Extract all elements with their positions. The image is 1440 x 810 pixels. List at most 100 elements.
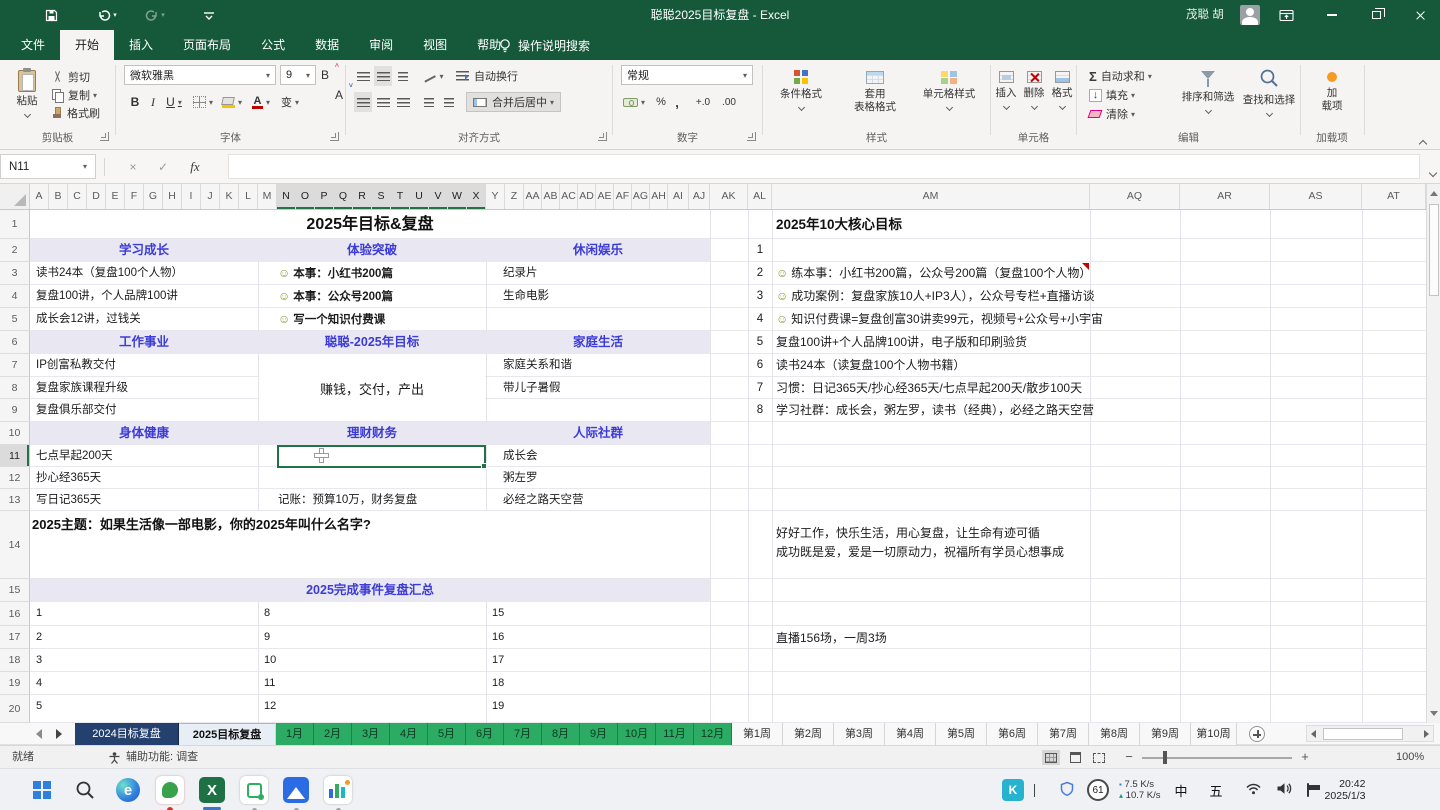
sheet-tab-2025目标复盘[interactable]: 2025目标复盘	[179, 723, 276, 745]
delete-cells-button[interactable]: 删除	[1020, 63, 1048, 127]
column-header-H[interactable]: H	[163, 184, 182, 209]
tally-cell[interactable]: 19	[492, 695, 504, 718]
column-header-B[interactable]: B	[49, 184, 68, 209]
column-header-AS[interactable]: AS	[1270, 184, 1362, 209]
goal-item-2[interactable]: ☺练本事：小红书200篇，公众号200篇（复盘100个人物）	[776, 262, 1091, 284]
column-header-AL[interactable]: AL	[748, 184, 772, 209]
sheet-tab-第5周[interactable]: 第5周	[936, 723, 987, 745]
row-header-10[interactable]: 10	[0, 422, 30, 445]
sheet-tab-3月[interactable]: 3月	[352, 723, 390, 745]
scroll-down-arrow[interactable]	[1430, 711, 1438, 716]
tell-me-search[interactable]: 操作说明搜索	[498, 30, 590, 60]
column-header-O[interactable]: O	[296, 184, 315, 209]
column-header-AB[interactable]: AB	[542, 184, 560, 209]
cell-header-social[interactable]: 人际社群	[486, 422, 710, 445]
orientation-button[interactable]	[422, 66, 446, 86]
tally-cell[interactable]: 15	[492, 602, 504, 625]
zoom-level[interactable]: 100%	[1396, 746, 1424, 768]
tally-cell[interactable]: 11	[264, 672, 275, 695]
decrease-decimal-button[interactable]: .00	[717, 92, 741, 112]
column-header-K[interactable]: K	[220, 184, 239, 209]
optimizer-ball-button[interactable]: 61	[1087, 779, 1109, 801]
column-header-A[interactable]: A	[30, 184, 49, 209]
sheet-tab-第10周[interactable]: 第10周	[1191, 723, 1237, 745]
expand-formula-bar-button[interactable]	[1430, 163, 1436, 181]
cell-theme-question[interactable]: 2025主题：如果生活像一部电影，你的2025年叫什么名字?	[32, 514, 371, 533]
goal-item-6[interactable]: 读书24本（读复盘100个人物书籍）	[776, 354, 965, 376]
tally-cell[interactable]: 16	[492, 626, 504, 649]
save-button[interactable]	[40, 5, 62, 25]
wrap-text-button[interactable]: 自动换行	[456, 67, 518, 85]
start-button[interactable]	[27, 775, 57, 805]
row-header-20[interactable]: 20	[0, 695, 30, 723]
row-header-19[interactable]: 19	[0, 672, 30, 695]
sheet-tab-第1周[interactable]: 第1周	[732, 723, 783, 745]
align-bottom-button[interactable]	[394, 66, 412, 86]
shrink-font-button[interactable]: A˅	[332, 85, 346, 105]
column-header-Z[interactable]: Z	[505, 184, 524, 209]
cancel-entry-button[interactable]: ×	[120, 154, 146, 179]
row-header-12[interactable]: 12	[0, 467, 30, 489]
row-header-5[interactable]: 5	[0, 308, 30, 331]
decrease-indent-button[interactable]	[420, 92, 438, 112]
fill-color-button[interactable]	[220, 92, 244, 112]
cell-header-finance[interactable]: 理财财务	[258, 422, 486, 445]
accessibility-status[interactable]: 辅助功能: 调查	[108, 746, 198, 768]
column-header-AI[interactable]: AI	[668, 184, 689, 209]
menu-tab-公式[interactable]: 公式	[246, 30, 300, 60]
fill-button[interactable]: ↓填充	[1089, 86, 1135, 104]
goal-item-8[interactable]: 学习社群：成长会，粥左罗，读书（经典），必经之路天空营	[776, 399, 1094, 421]
goal-number-1[interactable]: 1	[748, 239, 772, 261]
taskbar-search-button[interactable]	[70, 775, 100, 805]
header-band-row10[interactable]: 身体健康 理财财务 人际社群	[30, 422, 710, 445]
scroll-left-arrow[interactable]	[1311, 730, 1316, 738]
row-header-17[interactable]: 17	[0, 626, 30, 649]
minimize-button[interactable]	[1312, 0, 1352, 30]
column-header-L[interactable]: L	[239, 184, 258, 209]
row-header-9[interactable]: 9	[0, 399, 30, 422]
column-header-G[interactable]: G	[144, 184, 163, 209]
align-right-button[interactable]	[394, 92, 412, 112]
column-header-U[interactable]: U	[410, 184, 429, 209]
menu-tab-文件[interactable]: 文件	[6, 30, 60, 60]
paste-dropdown[interactable]	[23, 111, 30, 118]
menu-tab-页面布局[interactable]: 页面布局	[168, 30, 246, 60]
format-painter-button[interactable]: 格式刷	[52, 104, 100, 122]
grow-font-button[interactable]: B˄	[318, 65, 332, 85]
column-header-I[interactable]: I	[182, 184, 201, 209]
sheet-tab-2月[interactable]: 2月	[314, 723, 352, 745]
column-header-AD[interactable]: AD	[578, 184, 596, 209]
vertical-scrollbar[interactable]	[1426, 184, 1440, 723]
row-header-7[interactable]: 7	[0, 354, 30, 377]
ime-wubi-button[interactable]: 五	[1210, 781, 1223, 800]
tally-cell[interactable]: 17	[492, 649, 504, 672]
sheet-tab-2024目标复盘[interactable]: 2024目标复盘	[75, 723, 179, 745]
cell[interactable]: ☺本事：小红书200篇	[258, 262, 486, 285]
tally-cell[interactable]: 12	[264, 695, 276, 718]
bold-button[interactable]: B	[128, 92, 142, 112]
comma-style-button[interactable]: ,	[671, 92, 683, 112]
clipboard-dialog-launcher[interactable]	[100, 132, 109, 141]
volume-button[interactable]	[1276, 782, 1293, 798]
sheet-tab-4月[interactable]: 4月	[390, 723, 428, 745]
font-color-button[interactable]: A	[250, 92, 272, 112]
column-header-N[interactable]: N	[277, 184, 296, 209]
number-format-select[interactable]: 常规	[621, 65, 753, 85]
taskbar-chart-app-button[interactable]	[323, 775, 353, 805]
sheet-tab-第6周[interactable]: 第6周	[987, 723, 1038, 745]
sheet-tab-第7周[interactable]: 第7周	[1038, 723, 1089, 745]
cell[interactable]: ☺本事：公众号200篇	[258, 285, 486, 308]
row-header-14[interactable]: 14	[0, 511, 30, 579]
tally-cell[interactable]: 8	[264, 602, 270, 625]
align-left-button[interactable]	[354, 92, 372, 112]
row-header-1[interactable]: 1	[0, 210, 30, 239]
goal-number-8[interactable]: 8	[748, 399, 772, 421]
paste-button[interactable]: 粘贴	[8, 63, 46, 127]
column-header-AR[interactable]: AR	[1180, 184, 1270, 209]
close-button[interactable]	[1400, 0, 1440, 30]
confirm-entry-button[interactable]: ✓	[150, 154, 176, 179]
tray-overflow-button[interactable]	[1034, 784, 1035, 796]
cell-header-growth[interactable]: 学习成长	[30, 239, 258, 262]
tally-cell[interactable]: 5	[36, 695, 42, 718]
header-band-row2[interactable]: 学习成长 体验突破 休闲娱乐	[30, 239, 710, 262]
